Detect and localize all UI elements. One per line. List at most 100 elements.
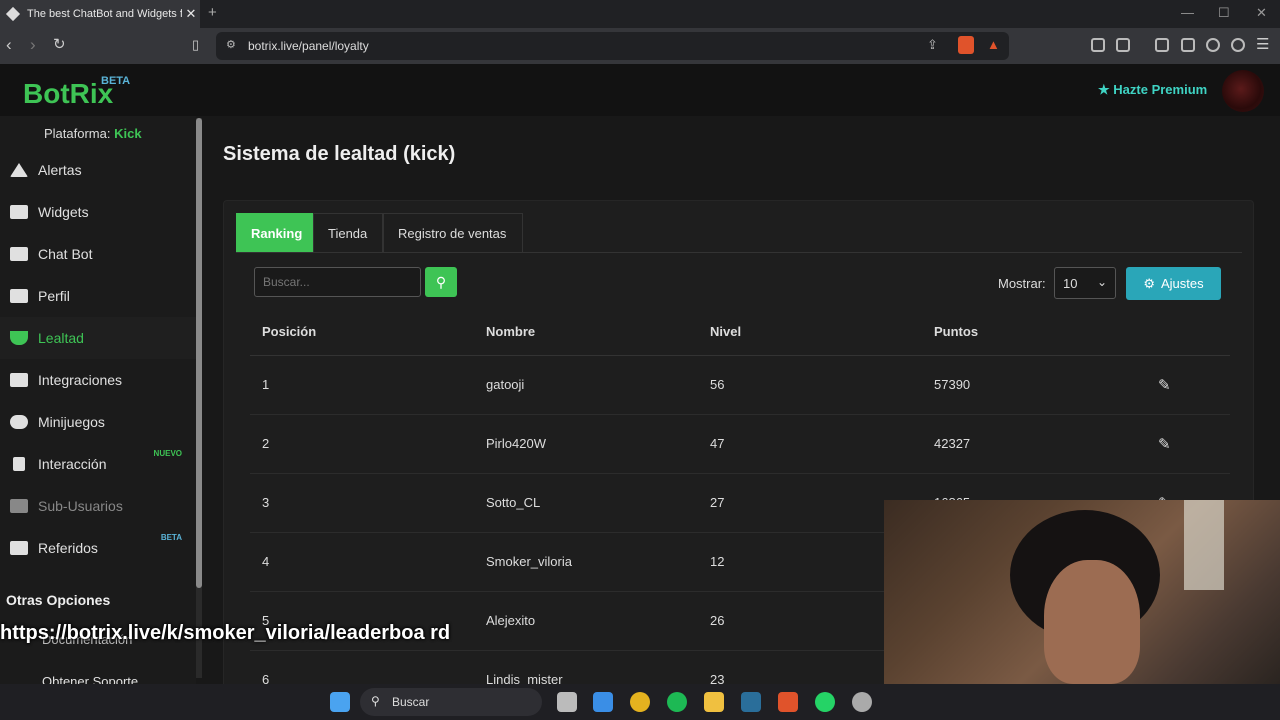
sidebar-item-label: Integraciones xyxy=(38,372,123,388)
premium-button[interactable]: ★ Hazte Premium xyxy=(1098,82,1207,98)
tab-divider xyxy=(236,252,1242,253)
sidebar-item-minijuegos[interactable]: Minijuegos xyxy=(0,401,196,443)
cell-level: 47 xyxy=(698,414,922,474)
leo-ai-icon[interactable] xyxy=(1206,38,1220,52)
cell-position: 4 xyxy=(250,532,474,592)
column-header: Puntos xyxy=(922,309,1146,356)
sidebar-item-referidos[interactable]: Referidos BETA xyxy=(0,527,196,569)
sidebar-item-soporte[interactable]: Obtener Soporte xyxy=(32,660,196,685)
webcam-window-light xyxy=(1184,500,1224,590)
table-row: 1 gatooji 56 57390 ✎ xyxy=(250,355,1230,415)
cell-name: Sotto_CL xyxy=(474,473,698,533)
user-avatar[interactable] xyxy=(1222,70,1264,112)
url-text: botrix.live/panel/loyalty xyxy=(248,39,369,53)
forward-icon[interactable]: › xyxy=(30,35,36,55)
plug-icon xyxy=(10,373,28,387)
sidebar-item-label: Widgets xyxy=(38,204,89,220)
screenshot-icon[interactable] xyxy=(1116,38,1130,52)
windows-taskbar: ⚲ Buscar xyxy=(0,684,1280,720)
sidebar-item-label: Chat Bot xyxy=(38,246,93,262)
sidebar: Plataforma: Kick Alertas Widgets Chat Bo… xyxy=(0,116,196,684)
reload-icon[interactable]: ↻ xyxy=(53,35,66,53)
window-close-icon[interactable]: ✕ xyxy=(1256,5,1267,21)
tab-label: Registro de ventas xyxy=(398,226,507,241)
search-button[interactable]: ⚲ xyxy=(425,267,457,297)
spotify-icon[interactable] xyxy=(667,692,687,712)
close-tab-icon[interactable]: ✕ xyxy=(182,6,200,22)
taskbar-search[interactable]: ⚲ Buscar xyxy=(360,688,542,716)
site-info-icon[interactable]: ⚙ xyxy=(226,38,236,51)
brave-rewards-icon[interactable]: ▲ xyxy=(987,37,1000,52)
brave-icon[interactable] xyxy=(778,692,798,712)
botrix-logo[interactable]: BotRix xyxy=(23,78,113,110)
other-options-title: Otras Opciones xyxy=(6,592,111,608)
tab-registro-ventas[interactable]: Registro de ventas xyxy=(383,213,523,253)
cell-position: 3 xyxy=(250,473,474,533)
music-icon xyxy=(13,457,25,471)
whatsapp-icon[interactable] xyxy=(815,692,835,712)
maximize-icon[interactable]: ☐ xyxy=(1218,5,1230,21)
cell-position: 1 xyxy=(250,355,474,415)
chrome-icon[interactable] xyxy=(630,692,650,712)
sidebar-item-perfil[interactable]: Perfil xyxy=(0,275,196,317)
gear-icon: ⚙ xyxy=(1143,275,1155,291)
minimize-icon[interactable]: — xyxy=(1181,5,1194,20)
sidebar-item-widgets[interactable]: Widgets xyxy=(0,191,196,233)
sidebar-item-lealtad[interactable]: Lealtad xyxy=(0,317,196,359)
brave-shields-icon[interactable] xyxy=(958,36,974,54)
search-icon: ⚲ xyxy=(435,273,447,290)
page-size-select[interactable]: 10 ⌄ xyxy=(1054,267,1116,299)
webcam-person-face xyxy=(1044,560,1140,684)
sidebar-item-label: Minijuegos xyxy=(38,414,105,430)
tab-ranking[interactable]: Ranking xyxy=(236,213,313,253)
task-view-icon[interactable] xyxy=(557,692,577,712)
cell-points: 57390 xyxy=(922,355,1146,415)
store-icon[interactable] xyxy=(593,692,613,712)
tab-tienda[interactable]: Tienda xyxy=(313,213,383,253)
trophy-icon xyxy=(10,331,28,345)
share-icon[interactable]: ⇪ xyxy=(927,37,938,53)
sidebar-item-chat-bot[interactable]: Chat Bot xyxy=(0,233,196,275)
cell-position: 2 xyxy=(250,414,474,474)
beta-badge: BETA xyxy=(160,533,182,542)
menu-icon[interactable]: ☰ xyxy=(1256,35,1269,53)
edit-icon[interactable]: ✎ xyxy=(1158,377,1171,394)
windows-start-icon[interactable] xyxy=(330,692,350,712)
sidebar-item-label: Alertas xyxy=(38,162,82,178)
address-bar[interactable]: ⚙ botrix.live/panel/loyalty ⇪ ▲ xyxy=(216,32,1009,60)
browser-tab[interactable]: The best ChatBot and Widgets f ✕ xyxy=(0,0,200,28)
cell-name: Alejexito xyxy=(474,591,698,651)
sidebar-item-alertas[interactable]: Alertas xyxy=(0,149,196,191)
league-icon[interactable] xyxy=(741,692,761,712)
wallet-icon[interactable] xyxy=(1181,38,1195,52)
bookmark-icon[interactable]: ▯ xyxy=(192,37,199,53)
sidebar-item-integraciones[interactable]: Integraciones xyxy=(0,359,196,401)
cell-name: Pirlo420W xyxy=(474,414,698,474)
people-icon xyxy=(10,541,28,555)
sidebar-item-label: Obtener Soporte xyxy=(42,673,139,685)
edit-icon[interactable]: ✎ xyxy=(1158,436,1171,453)
new-tab-icon[interactable]: + xyxy=(208,4,217,21)
browser-tab-title: The best ChatBot and Widgets f xyxy=(27,8,182,20)
settings-button[interactable]: ⚙ Ajustes xyxy=(1126,267,1221,300)
sidebar-item-label: Referidos xyxy=(38,540,98,556)
taskbar-search-label: Buscar xyxy=(392,695,430,709)
obs-icon[interactable] xyxy=(852,692,872,712)
platform-label: Plataforma: xyxy=(44,126,111,141)
sidebar-item-sub-usuarios[interactable]: Sub-Usuarios xyxy=(0,485,196,527)
tab-label: Ranking xyxy=(251,226,303,241)
id-card-icon xyxy=(10,289,28,303)
sidebar-item-label: Lealtad xyxy=(38,330,84,346)
search-input[interactable] xyxy=(254,267,421,297)
star-icon: ★ xyxy=(1098,82,1110,97)
leaderboard-url-overlay: https://botrix.live/k/smoker_viloria/lea… xyxy=(0,622,451,644)
extensions-icon[interactable] xyxy=(1091,38,1105,52)
file-explorer-icon[interactable] xyxy=(704,692,724,712)
sidebar-item-label: Interacción xyxy=(38,456,107,472)
sidebar-toggle-icon[interactable] xyxy=(1155,38,1169,52)
browser-tab-bar: The best ChatBot and Widgets f ✕ + — ☐ ✕ xyxy=(0,0,1280,28)
sidebar-item-interaccion[interactable]: Interacción NUEVO xyxy=(0,443,196,485)
vpn-icon[interactable] xyxy=(1231,38,1245,52)
grid-icon xyxy=(10,205,28,219)
back-icon[interactable]: ‹ xyxy=(6,35,12,55)
